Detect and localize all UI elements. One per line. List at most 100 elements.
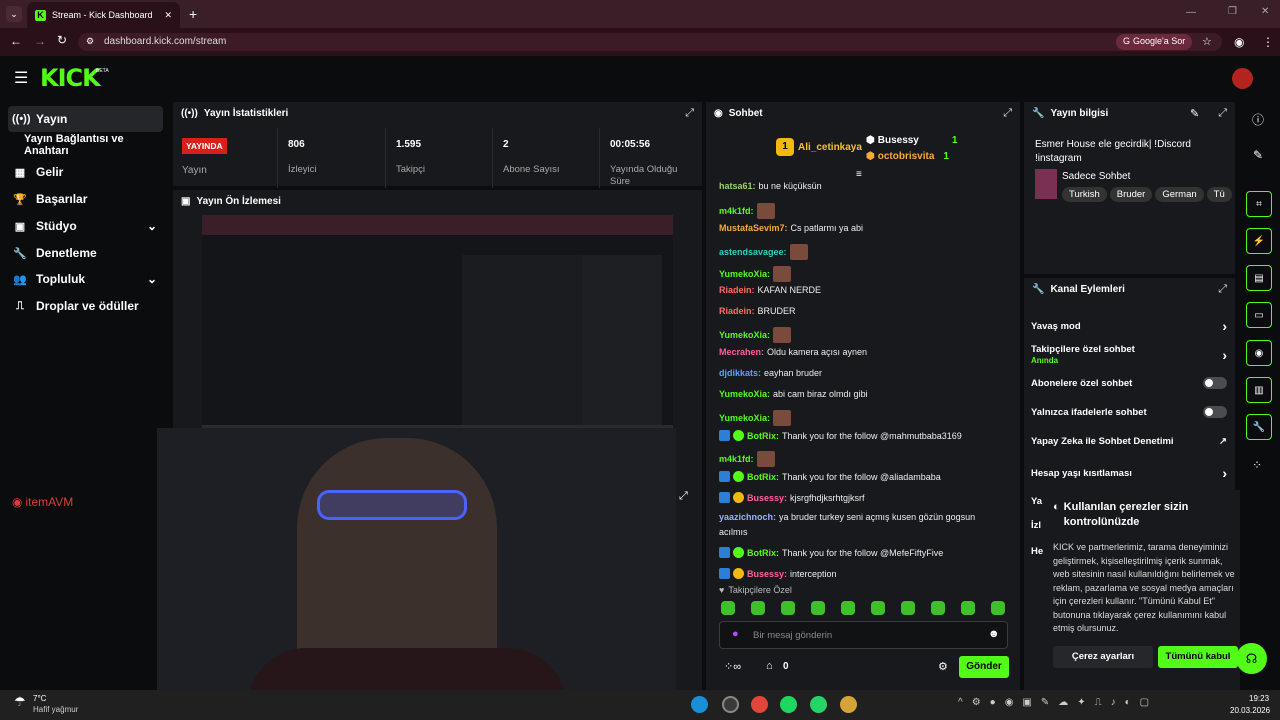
chat-message[interactable]: m4k1fd:	[719, 203, 775, 219]
chat-username[interactable]: BotRix:	[747, 548, 779, 558]
chat-message[interactable]: MustafaSevim7: Cs patlarmı ya abi	[719, 223, 863, 233]
dots-icon[interactable]: ⁘	[1252, 458, 1262, 472]
rail-button-doc[interactable]: ▤	[1246, 265, 1272, 291]
info-icon[interactable]: ⓘ	[1252, 111, 1264, 128]
action-ai-moderation[interactable]: Yapay Zeka ile Sohbet Denetimi ↗	[1031, 436, 1227, 447]
chat-message[interactable]: YumekoXia:	[719, 410, 792, 426]
user-avatar[interactable]	[1232, 68, 1253, 89]
cookie-accept-button[interactable]: Tümünü kabul	[1158, 646, 1238, 668]
chat-message[interactable]: YumekoXia: abi cam biraz olmdı gibi	[719, 389, 868, 399]
chat-message[interactable]: Riadein: KAFAN NERDE	[719, 285, 821, 295]
chat-username[interactable]: BotRix:	[747, 472, 779, 482]
sidebar-item-basarilar[interactable]: 🏆 Başarılar	[8, 186, 163, 212]
rail-button-wrench[interactable]: 🔧	[1246, 414, 1272, 440]
chat-username[interactable]: YumekoXia:	[719, 389, 770, 399]
browser-tab[interactable]: K Stream - Kick Dashboard ✕	[27, 2, 180, 28]
chrome-2-icon[interactable]	[840, 696, 857, 713]
emoji-icon[interactable]: ☻	[988, 628, 1000, 640]
top-gifter-1[interactable]: 1 Ali_cetinkaya	[776, 138, 862, 156]
chat-message[interactable]: hatsa61: bu ne küçüksün	[719, 181, 822, 191]
top-gifter-3[interactable]: ⬢ octobrisvita 1	[866, 151, 949, 162]
chat-message[interactable]: BotRix: Thank you for the follow @MefeFif…	[719, 547, 943, 558]
expand-icon[interactable]: ⤢	[1218, 107, 1227, 120]
chat-username[interactable]: Riadein:	[719, 285, 755, 295]
chat-username[interactable]: MustafaSevim7:	[719, 223, 788, 233]
chat-username[interactable]: YumekoXia:	[719, 269, 770, 279]
chat-message[interactable]: Riadein: BRUDER	[719, 306, 796, 316]
rail-button-broadcast[interactable]: ◉	[1246, 340, 1272, 366]
rail-button-chat[interactable]: ▭	[1246, 302, 1272, 328]
chat-message[interactable]: astendsavagee:	[719, 244, 808, 260]
tray-icons[interactable]: ^⚙●◉▣✎☁✦⎍♪◐▢	[958, 697, 1158, 708]
chat-username[interactable]: hatsa61:	[719, 181, 756, 191]
spotify-icon[interactable]	[780, 696, 797, 713]
action-account-age[interactable]: Hesap yaşı kısıtlaması ›	[1031, 465, 1227, 481]
chat-message[interactable]: djdikkats: eayhan bruder	[719, 368, 822, 378]
send-button[interactable]: Gönder	[959, 656, 1009, 678]
action-emotes-only[interactable]: Yalnızca ifadelerle sohbet	[1031, 406, 1227, 418]
sidebar-item-yayin[interactable]: ((•)) Yayın	[8, 106, 163, 132]
tab-list-button[interactable]: ⌄	[6, 6, 22, 22]
rail-button-layout[interactable]: ▥	[1246, 377, 1272, 403]
sidebar-item-denetleme[interactable]: 🔧 Denetleme	[8, 240, 163, 266]
quick-emote-icon[interactable]	[871, 601, 885, 615]
quick-emote-icon[interactable]	[781, 601, 795, 615]
action-subs-only[interactable]: Abonelere özel sohbet	[1031, 377, 1227, 389]
whatsapp-icon[interactable]	[810, 696, 827, 713]
bookmark-star-icon[interactable]: ☆	[1202, 35, 1212, 48]
quick-emote-icon[interactable]	[931, 601, 945, 615]
kick-logo[interactable]: KICK	[40, 64, 101, 92]
browser-menu-icon[interactable]: ⋮	[1262, 35, 1274, 49]
chat-settings-icon[interactable]: ⚙	[938, 660, 948, 673]
chat-username[interactable]: YumekoXia:	[719, 330, 770, 340]
points-icon[interactable]: ⁘∞	[724, 660, 741, 673]
collapse-icon[interactable]: ≡	[856, 169, 862, 180]
chat-username[interactable]: Busessy:	[747, 569, 787, 579]
back-icon[interactable]: ←	[10, 34, 22, 48]
hamburger-menu-icon[interactable]: ☰	[14, 68, 28, 88]
support-chat-icon[interactable]: ☊	[1236, 643, 1267, 674]
action-followers-only[interactable]: Takipçilere özel sohbet Anında ›	[1031, 344, 1227, 366]
chat-message[interactable]: Busessy: interception	[719, 568, 837, 579]
chat-message[interactable]: Busessy: kjsrgfhdjksrhtgjksrf	[719, 492, 865, 503]
chat-message[interactable]: Mecrahen: Oldu kamera açısı aynen	[719, 347, 867, 357]
google-ask-button[interactable]: G Google'a Sor	[1116, 34, 1193, 50]
quick-emote-icon[interactable]	[991, 601, 1005, 615]
chat-message[interactable]: YumekoXia:	[719, 327, 792, 343]
quick-emote-icon[interactable]	[961, 601, 975, 615]
url-field[interactable]: ⚙ dashboard.kick.com/stream G Google'a So…	[78, 33, 1222, 51]
pen-icon[interactable]: ✎	[1253, 148, 1263, 162]
close-window-button[interactable]: ✕	[1261, 6, 1269, 17]
chrome-icon[interactable]	[751, 696, 768, 713]
site-info-icon[interactable]: ⚙	[86, 36, 94, 47]
top-gifter-2[interactable]: ⬢ Busessy 1	[866, 135, 957, 146]
profile-icon[interactable]: ◉	[1234, 35, 1244, 49]
action-slow-mode[interactable]: Yavaş mod ›	[1031, 318, 1227, 334]
cookie-settings-button[interactable]: Çerez ayarları	[1053, 646, 1153, 668]
sidebar-item-gelir[interactable]: ▦ Gelir	[8, 159, 163, 185]
store-icon[interactable]: ⌂	[766, 660, 773, 672]
rail-button-scan[interactable]: ⌗	[1246, 191, 1272, 217]
quick-emote-icon[interactable]	[901, 601, 915, 615]
chat-message[interactable]: BotRix: Thank you for the follow @mahmutb…	[719, 430, 962, 441]
chat-username[interactable]: BotRix:	[747, 431, 779, 441]
expand-icon[interactable]: ⤢	[685, 107, 694, 120]
chat-username[interactable]: m4k1fd:	[719, 206, 754, 216]
rail-button-bolt[interactable]: ⚡	[1246, 228, 1272, 254]
forward-icon[interactable]: →	[34, 34, 46, 48]
chat-username[interactable]: YumekoXia:	[719, 413, 770, 423]
expand-icon[interactable]: ⤢	[1218, 283, 1227, 296]
preview-expand-icon[interactable]: ⤢	[679, 490, 688, 503]
subs-only-toggle[interactable]	[1203, 377, 1227, 389]
quick-emote-icon[interactable]	[751, 601, 765, 615]
microphone-icon[interactable]: ●	[732, 628, 739, 640]
chat-username[interactable]: yaazichnoch:	[719, 512, 776, 522]
maximize-button[interactable]: ❐	[1228, 6, 1237, 17]
expand-icon[interactable]: ⤢	[1003, 107, 1012, 120]
sidebar-item-droplar[interactable]: ⎍ Droplar ve ödüller	[8, 293, 163, 319]
chat-username[interactable]: astendsavagee:	[719, 247, 787, 257]
chat-username[interactable]: m4k1fd:	[719, 454, 754, 464]
chat-username[interactable]: Busessy:	[747, 493, 787, 503]
tag[interactable]: Turkish	[1062, 187, 1107, 202]
chat-message[interactable]: m4k1fd:	[719, 451, 775, 467]
